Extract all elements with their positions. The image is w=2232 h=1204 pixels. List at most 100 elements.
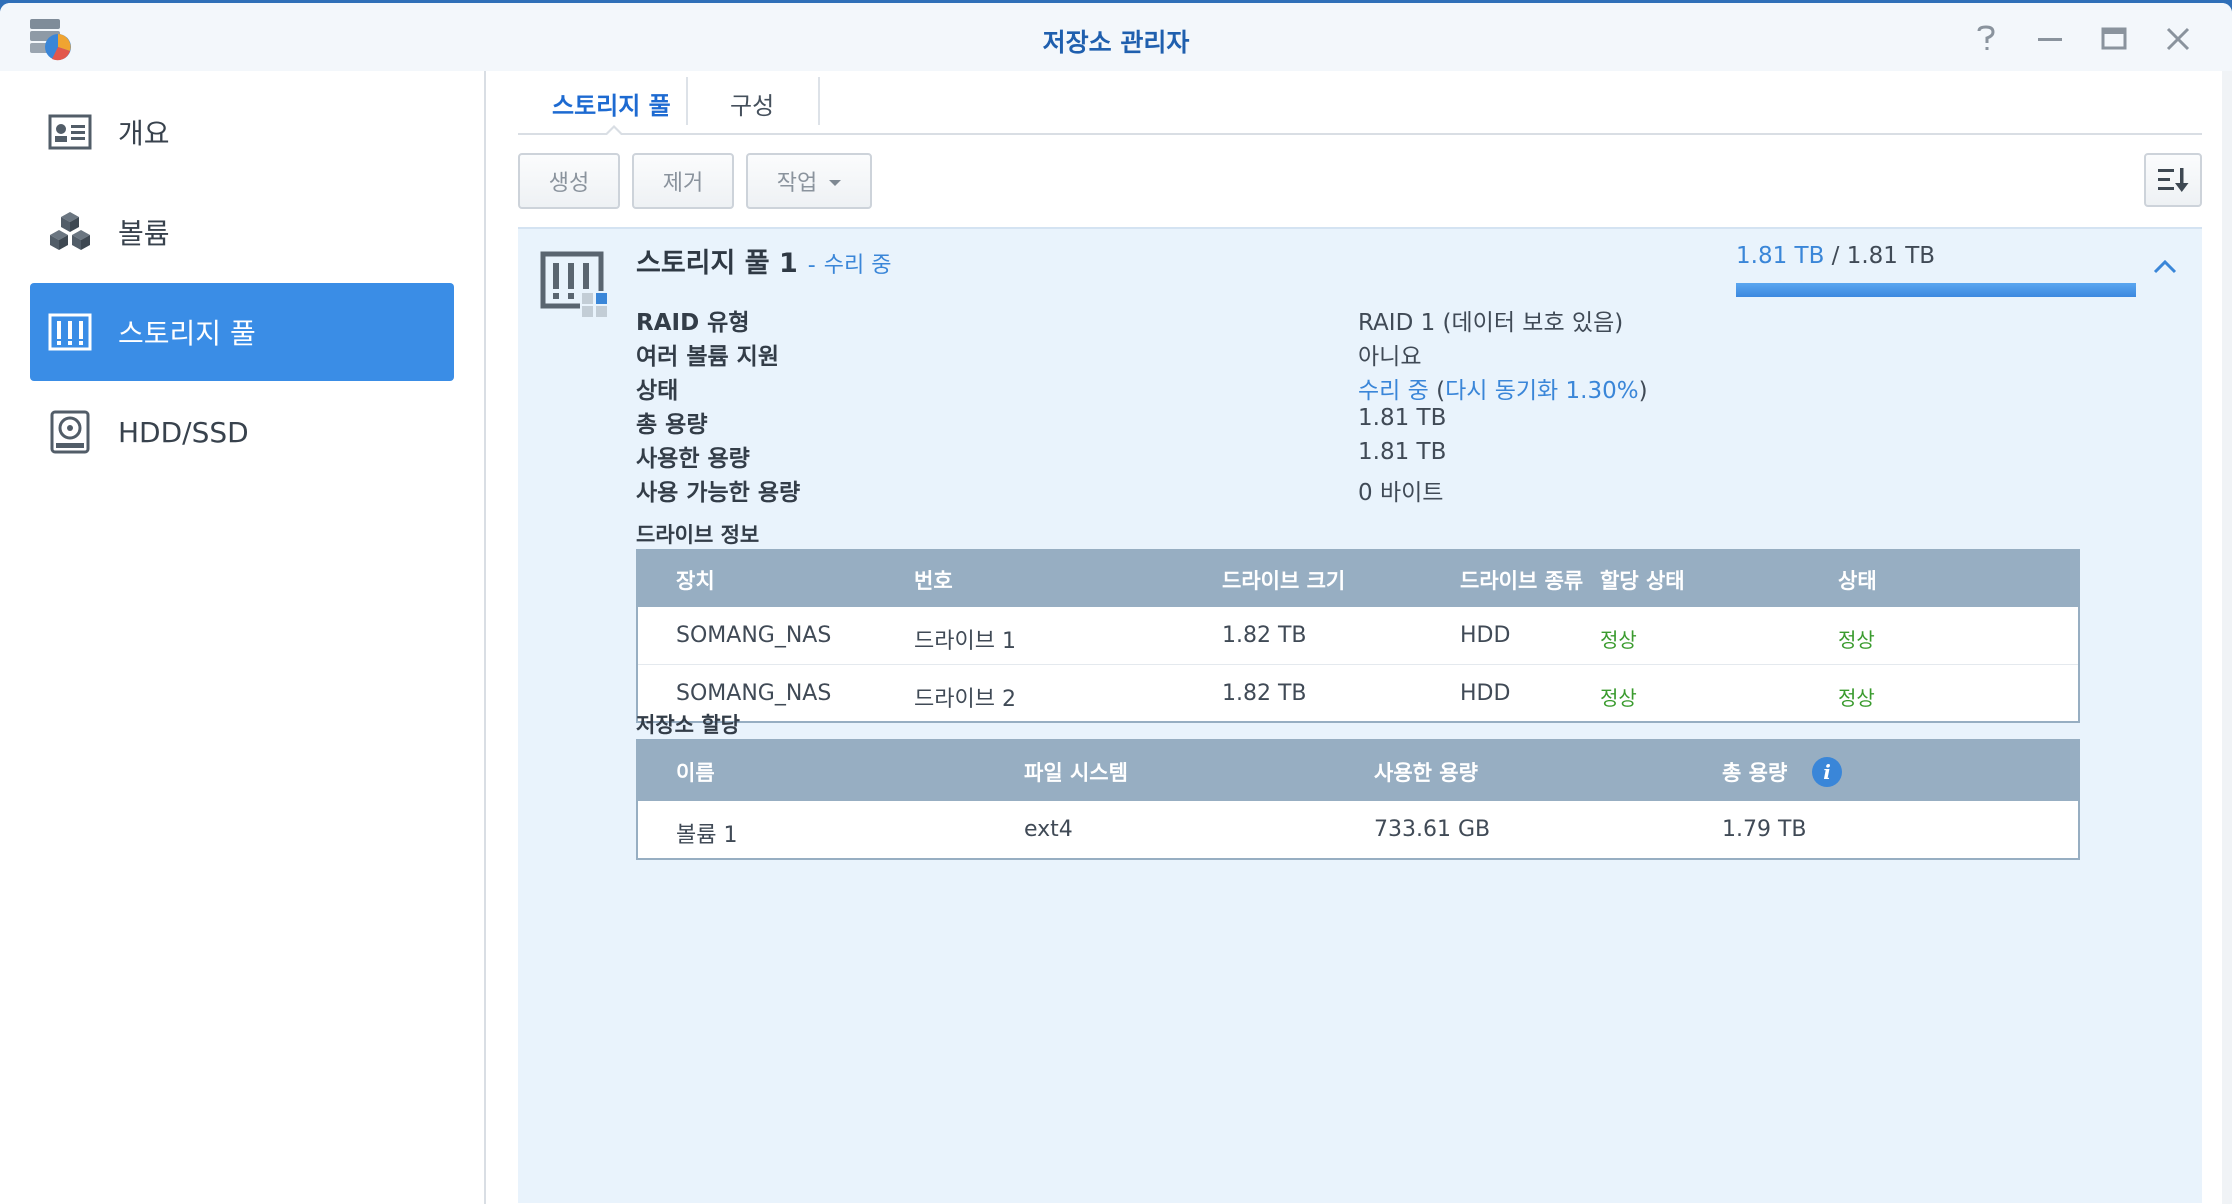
main-content: 스토리지 풀 구성 생성 제거 작업 스토리지 풀 1 - 수리 중 1.81 … (488, 71, 2232, 1204)
resync-progress-link[interactable]: 다시 동기화 1.30% (1445, 378, 1639, 404)
cell-size: 1.82 TB (1222, 681, 1307, 706)
sidebar-item-volume[interactable]: 볼륨 (30, 183, 454, 281)
column-header[interactable]: 총 용량 (1722, 757, 1787, 787)
pool-dash: - (807, 253, 816, 278)
cell-file-system: ext4 (1024, 817, 1073, 842)
sidebar-item-storage-pool[interactable]: 스토리지 풀 (30, 283, 454, 381)
drive-info-title: 드라이브 정보 (636, 523, 760, 547)
column-header[interactable]: 파일 시스템 (1024, 757, 1128, 787)
table-header: 장치 번호 드라이브 크기 드라이브 종류 할당 상태 상태 (638, 551, 2078, 607)
action-dropdown-button[interactable]: 작업 (746, 153, 872, 209)
chevron-down-icon (829, 180, 842, 186)
cell-type: HDD (1460, 681, 1511, 706)
column-header[interactable]: 드라이브 종류 (1460, 565, 1583, 595)
info-value: 1.81 TB (1358, 405, 1447, 431)
sidebar-item-overview[interactable]: 개요 (30, 83, 454, 181)
drive-info-table: 장치 번호 드라이브 크기 드라이브 종류 할당 상태 상태 SOMANG_NA… (636, 549, 2080, 723)
pool-header: 스토리지 풀 1 - 수리 중 (636, 241, 891, 280)
close-icon[interactable] (2160, 21, 2196, 57)
tab-separator (686, 77, 688, 125)
title-bar: 저장소 관리자 (0, 3, 2232, 71)
info-value: 아니요 (1358, 344, 1422, 370)
sidebar-item-label: 개요 (118, 117, 170, 150)
column-header[interactable]: 장치 (676, 565, 715, 595)
tab-bar: 스토리지 풀 구성 (518, 71, 2202, 136)
toolbar: 생성 제거 작업 (518, 153, 2202, 209)
cell-device: SOMANG_NAS (676, 681, 832, 706)
sidebar-item-hdd-ssd[interactable]: HDD/SSD (30, 383, 454, 481)
info-value: 1.81 TB (1358, 439, 1447, 465)
info-row-available-capacity: 사용 가능한 용량 0 바이트 (636, 473, 2176, 513)
storage-pool-panel: 스토리지 풀 1 - 수리 중 1.81 TB / 1.81 TB RAID 유… (518, 227, 2202, 1203)
tab-separator (818, 77, 820, 125)
overview-icon (44, 106, 96, 158)
info-key: 상태 (636, 378, 679, 404)
column-header[interactable]: 이름 (676, 757, 715, 787)
cell-number: 드라이브 2 (914, 687, 1016, 712)
cell-number: 드라이브 1 (914, 629, 1016, 654)
usage-bar (1736, 283, 2136, 297)
table-row[interactable]: 볼륨 1 ext4 733.61 GB 1.79 TB (638, 801, 2078, 858)
cell-type: HDD (1460, 623, 1511, 648)
minimize-icon[interactable] (2032, 21, 2068, 57)
sidebar-item-label: 볼륨 (118, 217, 170, 250)
collapse-chevron-up-icon[interactable] (2150, 255, 2180, 279)
hdd-icon (44, 406, 96, 458)
status-repairing: 수리 중 (1358, 378, 1429, 404)
sort-button[interactable] (2144, 153, 2202, 207)
storage-pool-icon (44, 306, 96, 358)
help-icon[interactable] (1968, 21, 2004, 57)
cell-size: 1.82 TB (1222, 623, 1307, 648)
info-key: 사용 가능한 용량 (636, 480, 801, 506)
cell-allocation-status: 정상 (1600, 686, 1637, 710)
cell-status: 정상 (1838, 686, 1875, 710)
info-value: 수리 중 (다시 동기화 1.30%) (1358, 371, 1648, 405)
info-icon[interactable]: i (1812, 757, 1842, 787)
sidebar-item-label: HDD/SSD (118, 415, 249, 449)
table-header: 이름 파일 시스템 사용한 용량 총 용량 i (638, 741, 2078, 801)
pool-name: 스토리지 풀 1 (636, 248, 798, 279)
usage-used: 1.81 TB (1736, 243, 1825, 269)
column-header[interactable]: 사용한 용량 (1374, 757, 1478, 787)
sort-icon (2158, 168, 2189, 192)
cell-name: 볼륨 1 (676, 823, 738, 848)
sidebar: 개요 볼륨 스토리지 풀 HDD/SSD (0, 71, 486, 1204)
status-paren-open: ( (1428, 378, 1446, 404)
active-tab-indicator (604, 125, 624, 136)
cell-total-capacity: 1.79 TB (1722, 817, 1807, 842)
volume-cubes-icon (44, 206, 96, 258)
table-row[interactable]: SOMANG_NAS 드라이브 1 1.82 TB HDD 정상 정상 (638, 607, 2078, 664)
storage-allocation-title: 저장소 할당 (636, 713, 740, 737)
cell-status: 정상 (1838, 628, 1875, 652)
tab-configuration[interactable]: 구성 (730, 71, 774, 135)
cell-device: SOMANG_NAS (676, 623, 832, 648)
sidebar-item-label: 스토리지 풀 (118, 317, 256, 350)
pool-status: 수리 중 (823, 253, 892, 278)
column-header[interactable]: 상태 (1838, 565, 1877, 595)
storage-allocation-table: 이름 파일 시스템 사용한 용량 총 용량 i 볼륨 1 ext4 733.61… (636, 739, 2080, 860)
maximize-icon[interactable] (2096, 21, 2132, 57)
info-key: 여러 볼륨 지원 (636, 344, 779, 370)
column-header[interactable]: 드라이브 크기 (1222, 565, 1345, 595)
info-key: RAID 유형 (636, 310, 750, 336)
usage-total: 1.81 TB (1846, 243, 1936, 269)
info-key: 사용한 용량 (636, 446, 750, 472)
scrollbar[interactable] (2222, 71, 2232, 1204)
create-button[interactable]: 생성 (518, 153, 620, 209)
storage-manager-window: 저장소 관리자 개요 볼륨 스토리지 풀 HDD/SSD 스토리지 풀 구성 생… (0, 3, 2232, 1204)
usage-bar-fill (1736, 283, 2136, 297)
window-title: 저장소 관리자 (1042, 28, 1190, 57)
action-label: 작업 (776, 171, 818, 196)
column-header[interactable]: 번호 (914, 565, 953, 595)
table-row[interactable]: SOMANG_NAS 드라이브 2 1.82 TB HDD 정상 정상 (638, 664, 2078, 721)
status-paren-close: ) (1638, 378, 1648, 404)
info-value: RAID 1 (데이터 보호 있음) (1358, 310, 1624, 336)
remove-button[interactable]: 제거 (632, 153, 734, 209)
info-key: 총 용량 (636, 412, 708, 438)
info-value: 0 바이트 (1358, 480, 1444, 506)
column-header[interactable]: 할당 상태 (1600, 565, 1685, 595)
cell-used-capacity: 733.61 GB (1374, 817, 1491, 842)
pool-usage: 1.81 TB / 1.81 TB (1736, 243, 1935, 269)
usage-separator: / (1824, 243, 1847, 269)
cell-allocation-status: 정상 (1600, 628, 1637, 652)
